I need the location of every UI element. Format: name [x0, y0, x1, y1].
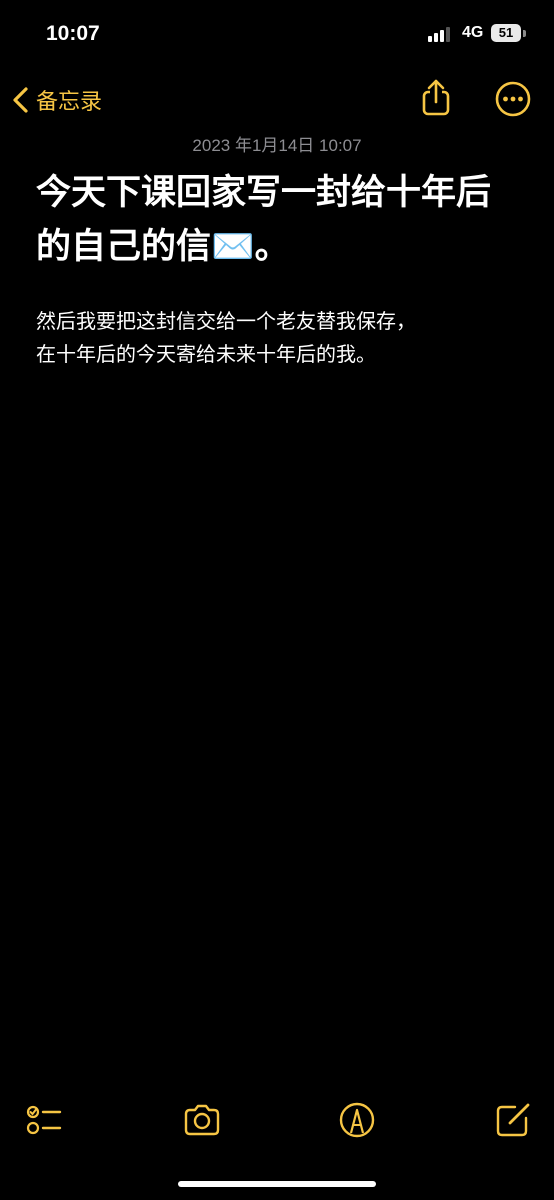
camera-icon[interactable] [182, 1100, 222, 1140]
note-body[interactable]: 然后我要把这封信交给一个老友替我保存， 在十年后的今天寄给未来十年后的我。 [36, 306, 526, 372]
compose-icon[interactable] [493, 1100, 533, 1140]
signal-bars-icon [428, 27, 450, 42]
back-button[interactable]: 备忘录 [10, 82, 102, 118]
status-bar: 10:07 4G 51 [0, 0, 554, 70]
battery-level: 51 [498, 25, 514, 40]
markup-pen-icon[interactable] [337, 1100, 377, 1140]
note-body-line: 然后我要把这封信交给一个老友替我保存， [36, 311, 416, 333]
note-body-line: 在十年后的今天寄给未来十年后的我。 [36, 344, 376, 366]
ellipsis-circle-icon[interactable] [494, 80, 532, 118]
battery-icon: 51 [491, 24, 521, 42]
note-date: 2023 年1月14日 10:07 [192, 136, 362, 155]
network-type: 4G [462, 24, 484, 41]
back-label: 备忘录 [36, 89, 103, 114]
checklist-icon[interactable] [24, 1100, 64, 1140]
share-icon[interactable] [416, 78, 456, 118]
status-time: 10:07 [46, 22, 100, 45]
note-title[interactable]: 今天下课回家写一封给十年后的自己的信✉️。 [36, 166, 520, 274]
bottom-toolbar [0, 1096, 554, 1146]
home-indicator[interactable] [178, 1181, 376, 1187]
chevron-left-icon [13, 87, 28, 113]
nav-bar: 备忘录 [0, 72, 554, 128]
battery-tip [523, 30, 526, 37]
